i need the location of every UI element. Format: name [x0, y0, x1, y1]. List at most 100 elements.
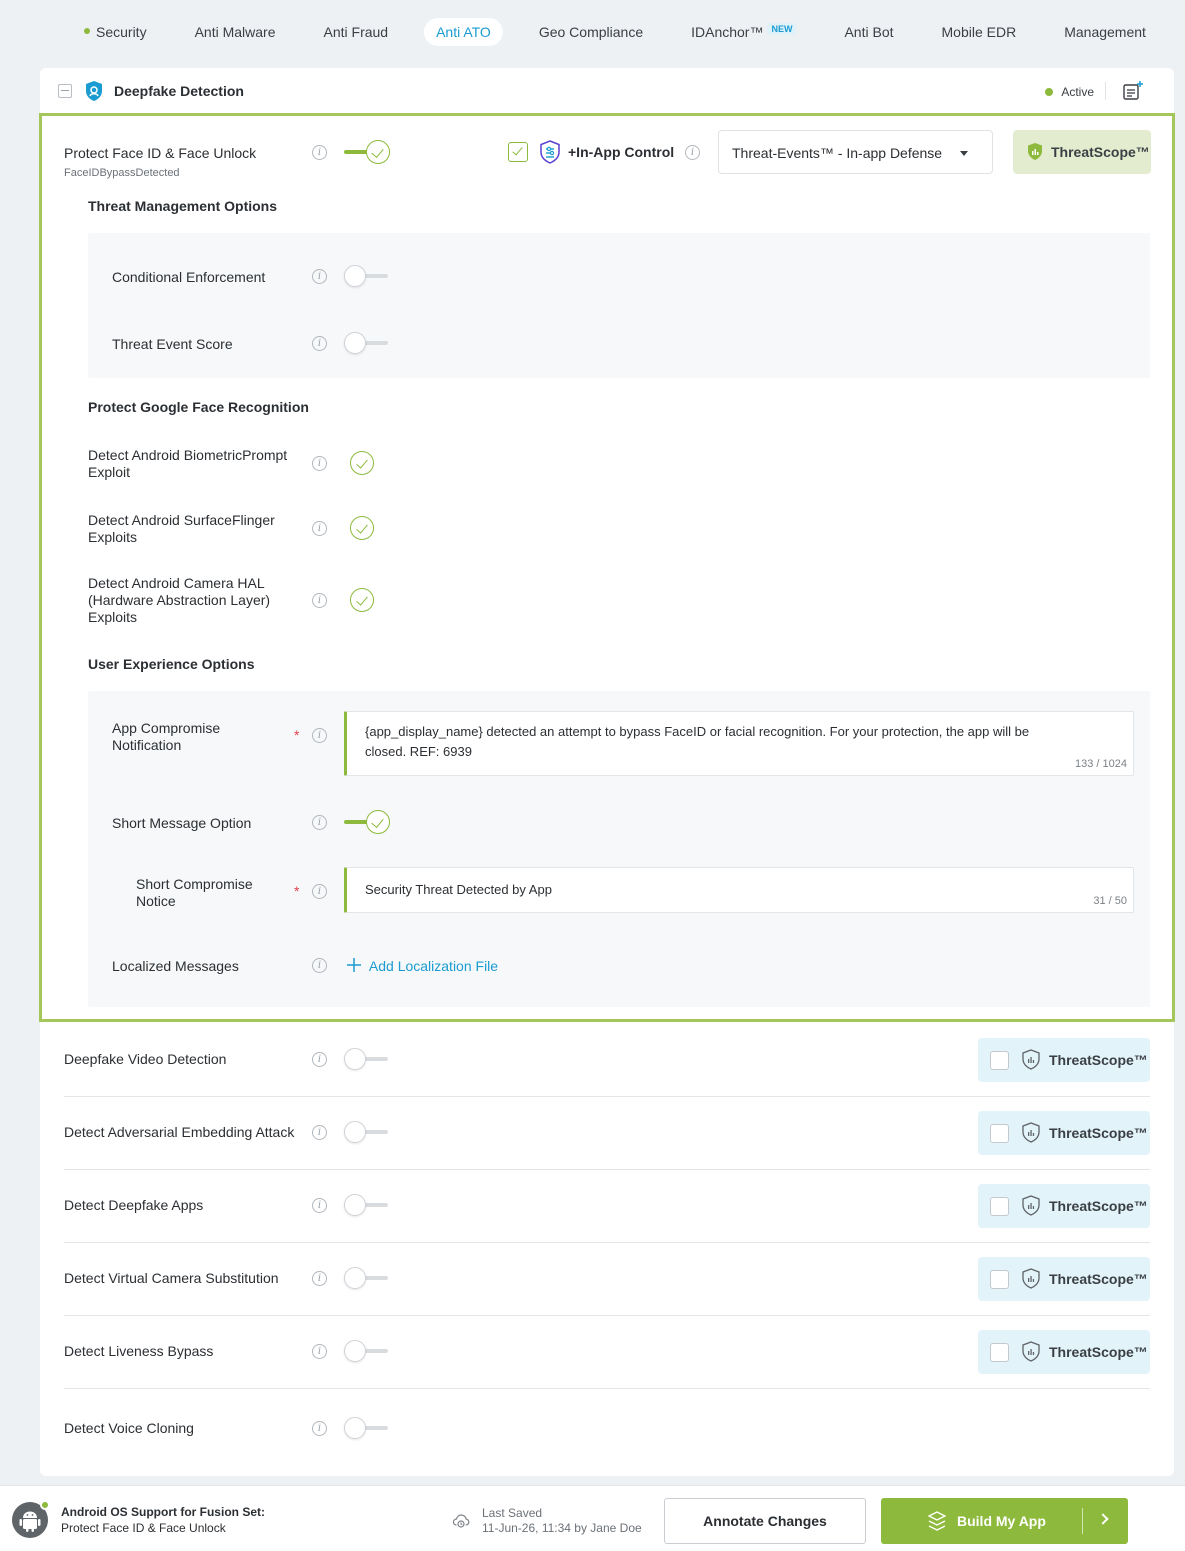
tab-security[interactable]: Security [72, 18, 159, 46]
tab-mobile-edr[interactable]: Mobile EDR [930, 18, 1029, 46]
threatscope-shield-icon [1022, 1268, 1040, 1289]
required-marker: * [294, 883, 300, 899]
faceid-section: Protect Face ID & Face Unlock FaceIDBypa… [39, 113, 1175, 1022]
conditional-enforcement-toggle[interactable] [344, 265, 388, 287]
build-my-app-button[interactable]: Build My App [881, 1498, 1128, 1544]
info-icon[interactable]: i [312, 1198, 327, 1213]
tab-anti-bot[interactable]: Anti Bot [832, 18, 905, 46]
threatscope-checkbox[interactable] [990, 1051, 1009, 1070]
tab-anti-ato[interactable]: Anti ATO [424, 18, 503, 46]
app-compromise-label: App Compromise Notification [112, 720, 221, 753]
deepfake-video-label: Deepfake Video Detection [64, 1051, 227, 1067]
threatscope-button[interactable]: ThreatScope™ [978, 1330, 1150, 1374]
info-icon[interactable]: i [312, 884, 327, 899]
surfaceflinger-check[interactable] [350, 516, 374, 540]
new-badge: NEW [767, 23, 797, 35]
threatscope-shield-icon [1022, 1341, 1040, 1362]
annotate-changes-button[interactable]: Annotate Changes [664, 1498, 866, 1544]
info-icon[interactable]: i [312, 269, 327, 284]
threatscope-shield-icon [1022, 1049, 1040, 1070]
short-message-label: Short Message Option [112, 815, 252, 831]
camera-hal-check[interactable] [350, 588, 374, 612]
threat-management-heading: Threat Management Options [88, 198, 278, 214]
faceid-toggle[interactable] [344, 140, 390, 164]
user-experience-heading: User Experience Options [88, 656, 255, 672]
deepfake-shield-icon [86, 81, 102, 101]
footer-bar: Android OS Support for Fusion Set: Prote… [0, 1485, 1185, 1551]
short-notice-label: Short Compromise Notice [136, 876, 253, 909]
virtual-camera-toggle[interactable] [344, 1267, 388, 1289]
info-icon[interactable]: i [312, 456, 327, 471]
virtual-camera-label: Detect Virtual Camera Substitution [64, 1270, 279, 1286]
threatscope-checkbox[interactable] [990, 1197, 1009, 1216]
info-icon[interactable]: i [312, 1125, 327, 1140]
chevron-down-icon [960, 151, 968, 156]
camera-hal-label: Detect Android Camera HAL (Hardware Abstr… [88, 575, 271, 625]
deepfake-detection-card: Deepfake Detection Active Protect Face I… [39, 68, 1175, 1476]
deepfake-apps-label: Detect Deepfake Apps [64, 1197, 204, 1213]
status-dot [84, 28, 90, 35]
threatscope-checkbox[interactable] [990, 1343, 1009, 1362]
voice-cloning-label: Detect Voice Cloning [64, 1420, 194, 1436]
threatscope-checkbox[interactable] [990, 1124, 1009, 1143]
tab-management[interactable]: Management [1052, 18, 1158, 46]
divider [64, 1388, 1150, 1389]
threat-events-dropdown[interactable]: Threat-Events™ - In-app Defense [718, 130, 993, 174]
add-note-icon[interactable] [1122, 80, 1144, 102]
footer-subtitle: Protect Face ID & Face Unlock [61, 1521, 226, 1535]
tab-anti-malware[interactable]: Anti Malware [183, 18, 288, 46]
biometricprompt-check[interactable] [350, 451, 374, 475]
inapp-control-checkbox[interactable] [508, 142, 528, 162]
divider [1082, 1508, 1083, 1534]
info-icon[interactable]: i [312, 1344, 327, 1359]
top-nav: Security Anti Malware Anti Fraud Anti AT… [72, 14, 1165, 50]
card-header: Deepfake Detection Active [40, 68, 1174, 114]
info-icon[interactable]: i [312, 593, 327, 608]
chevron-right-icon[interactable] [1097, 1513, 1109, 1525]
localized-messages-label: Localized Messages [112, 958, 239, 974]
add-localization-link[interactable]: Add Localization File [347, 958, 498, 974]
app-compromise-textarea[interactable]: {app_display_name} detected an attempt t… [344, 711, 1134, 776]
adversarial-embedding-toggle[interactable] [344, 1121, 388, 1143]
short-notice-input[interactable]: Security Threat Detected by App 31 / 50 [344, 867, 1134, 913]
last-saved-value: 11-Jun-26, 11:34 by Jane Doe [482, 1521, 642, 1535]
tab-geo-compliance[interactable]: Geo Compliance [527, 18, 655, 46]
info-icon[interactable]: i [312, 521, 327, 536]
info-icon[interactable]: i [312, 1052, 327, 1067]
card-title: Deepfake Detection [114, 83, 244, 99]
footer-title: Android OS Support for Fusion Set: [61, 1505, 265, 1519]
cloud-saved-icon [452, 1514, 470, 1528]
threat-event-score-label: Threat Event Score [112, 336, 233, 352]
threatscope-button[interactable]: ThreatScope™ [978, 1111, 1150, 1155]
short-message-toggle[interactable] [344, 810, 390, 834]
info-icon[interactable]: i [312, 336, 327, 351]
voice-cloning-toggle[interactable] [344, 1417, 388, 1439]
deepfake-video-toggle[interactable] [344, 1048, 388, 1070]
threatscope-button[interactable]: ThreatScope™ [978, 1038, 1150, 1082]
android-icon [12, 1500, 50, 1538]
threatscope-checkbox[interactable] [990, 1270, 1009, 1289]
liveness-bypass-toggle[interactable] [344, 1340, 388, 1362]
info-icon[interactable]: i [312, 958, 327, 973]
biometricprompt-label: Detect Android BiometricPrompt Exploit [88, 447, 288, 480]
inapp-control-shield-icon [540, 140, 560, 164]
char-counter: 133 / 1024 [1075, 758, 1127, 770]
info-icon[interactable]: i [312, 1421, 327, 1436]
adversarial-embedding-label: Detect Adversarial Embedding Attack [64, 1124, 295, 1140]
threatscope-button[interactable]: ThreatScope™ [978, 1257, 1150, 1301]
deepfake-apps-toggle[interactable] [344, 1194, 388, 1216]
info-icon[interactable]: i [312, 815, 327, 830]
build-icon [928, 1511, 946, 1531]
divider [64, 1315, 1150, 1316]
tab-idanchor[interactable]: IDAnchor™ NEW [679, 18, 808, 46]
info-icon[interactable]: i [312, 728, 327, 743]
info-icon[interactable]: i [685, 145, 700, 160]
threatscope-shield-icon [1028, 143, 1042, 160]
info-icon[interactable]: i [312, 145, 327, 160]
tab-anti-fraud[interactable]: Anti Fraud [312, 18, 401, 46]
threatscope-button[interactable]: ThreatScope™ [978, 1184, 1150, 1228]
info-icon[interactable]: i [312, 1271, 327, 1286]
threat-event-score-toggle[interactable] [344, 332, 388, 354]
collapse-toggle[interactable] [58, 84, 72, 98]
threatscope-button[interactable]: ThreatScope™ [1013, 130, 1151, 174]
